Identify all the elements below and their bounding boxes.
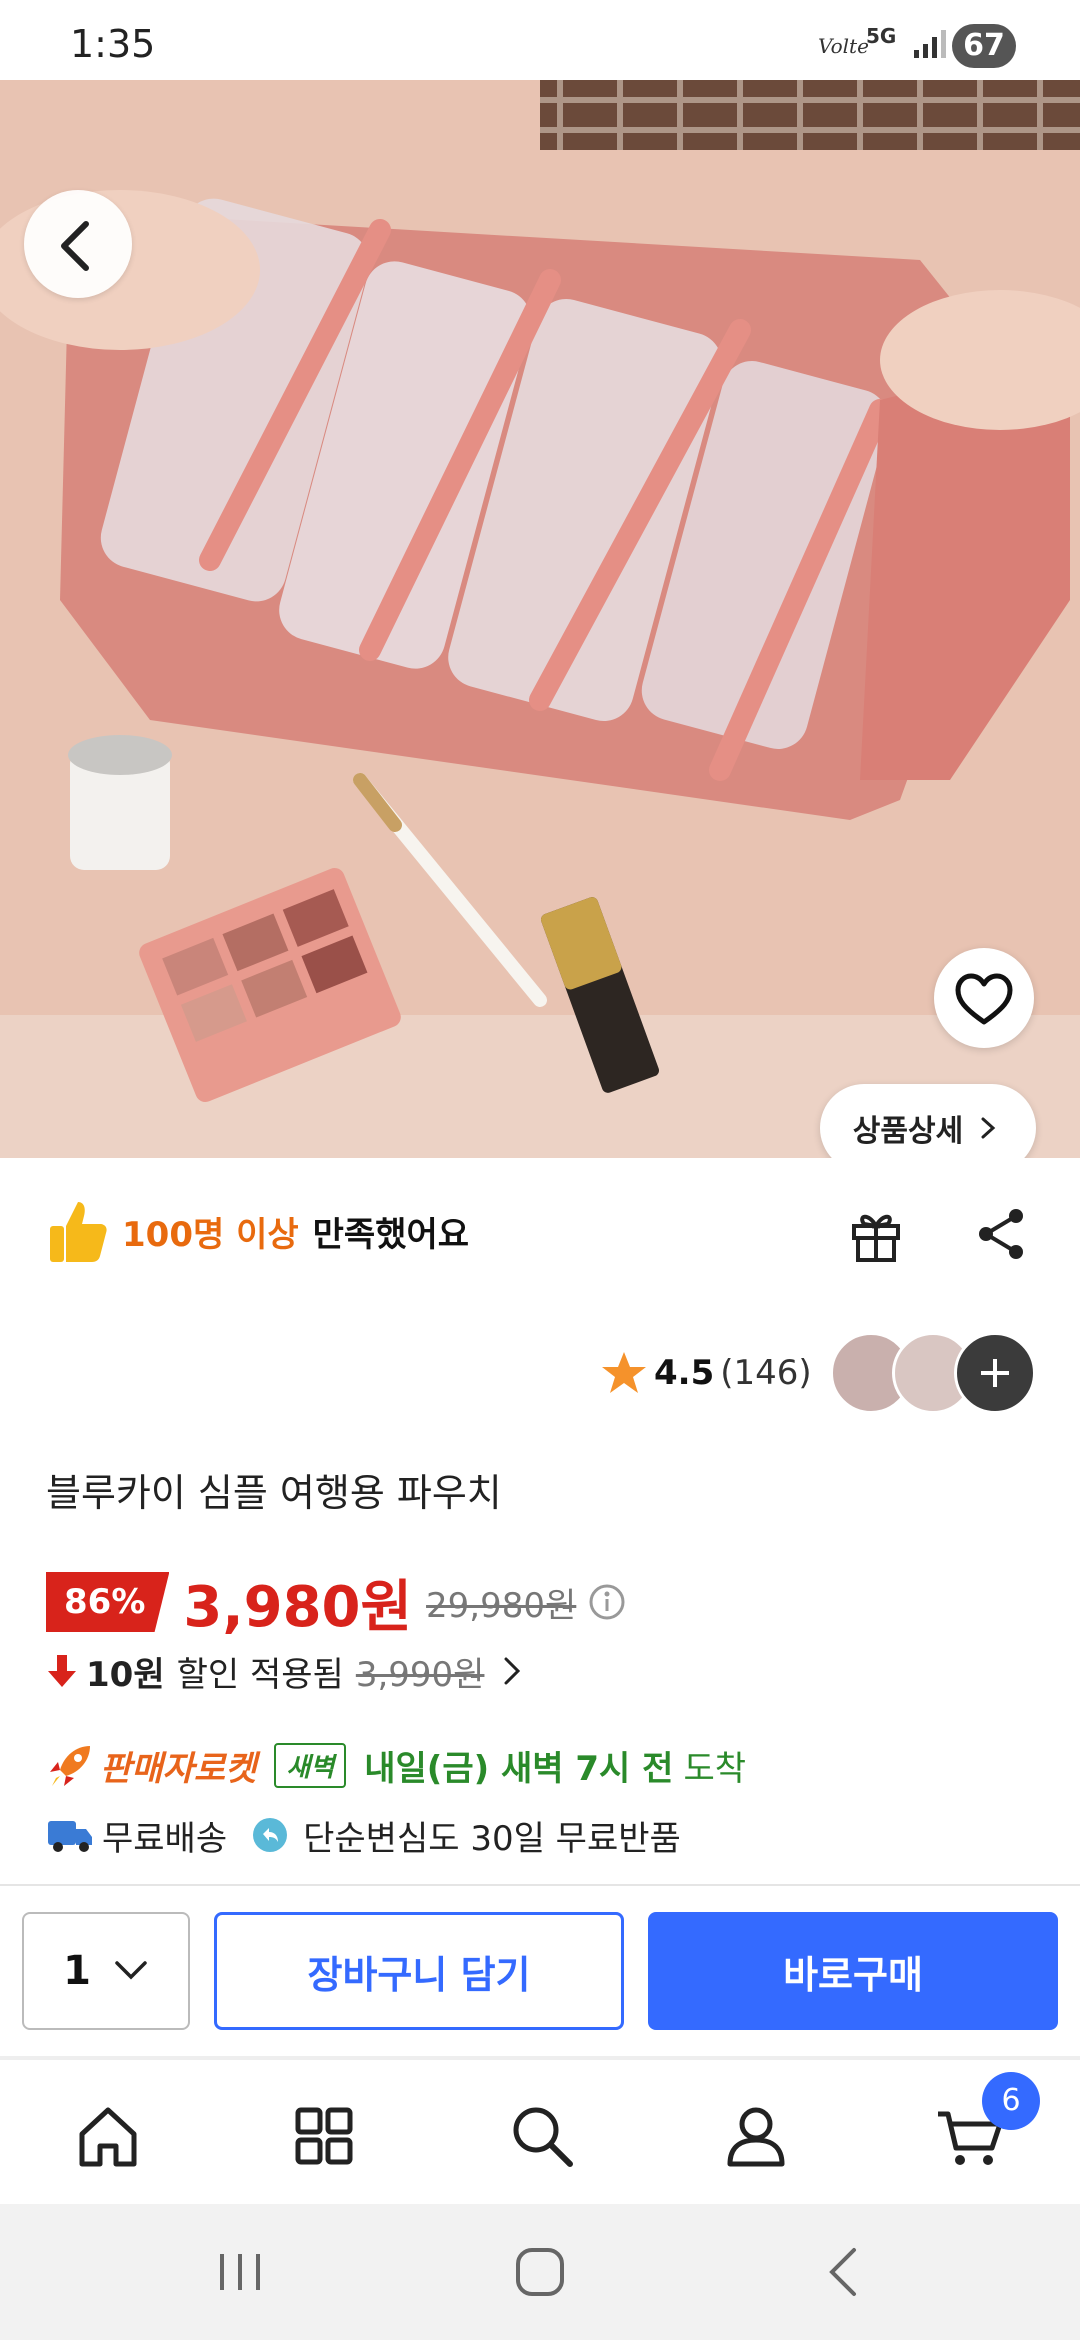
- more-photos-button[interactable]: [954, 1332, 1036, 1414]
- system-navigation-bar: [0, 2204, 1080, 2340]
- product-title: 블루카이 심플 여행용 파우치: [46, 1471, 502, 1515]
- product-image-carousel[interactable]: 상품상세: [0, 80, 1080, 1158]
- wishlist-button[interactable]: [934, 948, 1034, 1048]
- quantity-value: 1: [63, 1948, 91, 1994]
- home-system-icon[interactable]: [510, 2244, 570, 2300]
- chevron-right-icon: [981, 1117, 996, 1139]
- original-price: 29,980원: [426, 1585, 577, 1626]
- truck-icon: [48, 1821, 92, 1852]
- arrival-text: 도착: [683, 1748, 747, 1789]
- review-count: (146): [720, 1353, 812, 1393]
- delivery-info: 판매자로켓 새벽 내일(금) 새벽 7시 전 도착: [46, 1738, 746, 1792]
- return-icon: [253, 1818, 288, 1852]
- recent-apps-icon[interactable]: [210, 2244, 270, 2300]
- review-photos[interactable]: [830, 1332, 1038, 1414]
- bottom-navigation: [0, 2056, 1080, 2204]
- info-icon[interactable]: [588, 1583, 626, 1621]
- rating-score: 4.5: [654, 1353, 715, 1393]
- return-policy-text: 단순변심도 30일 무료반품: [303, 1818, 681, 1859]
- chevron-down-icon: [115, 1961, 147, 1980]
- quantity-select[interactable]: 1: [22, 1912, 190, 2030]
- status-time: 1:35: [70, 22, 156, 66]
- chevron-right-icon: [504, 1657, 521, 1685]
- product-image: [0, 80, 1080, 1158]
- free-shipping-text: 무료배송: [102, 1818, 228, 1859]
- chevron-left-icon: [61, 221, 89, 271]
- star-icon: [602, 1352, 646, 1393]
- satisfaction-count: 100명 이상: [122, 1214, 299, 1255]
- pre-discount-price: 3,990원: [355, 1654, 485, 1695]
- add-to-cart-button[interactable]: 장바구니 담기: [214, 1912, 624, 2030]
- extra-discount-row[interactable]: 10원 할인 적용됨 3,990원: [46, 1646, 530, 1696]
- product-detail-button[interactable]: 상품상세: [820, 1084, 1036, 1158]
- rocket-icon: [50, 1746, 90, 1786]
- rating[interactable]: 4.5 (146): [600, 1348, 812, 1398]
- status-bar: 1:35 Volte 5G 67: [0, 0, 1080, 80]
- share-icon[interactable]: [972, 1204, 1032, 1264]
- home-icon[interactable]: [68, 2096, 148, 2176]
- product-detail-label: 상품상세: [852, 1114, 964, 1149]
- extra-discount-text: 할인 적용됨: [176, 1654, 344, 1695]
- price-row: 86% 3,980원 29,980원: [46, 1570, 626, 1640]
- heart-icon: [955, 973, 1013, 1025]
- buy-now-button[interactable]: 바로구매: [648, 1912, 1058, 2030]
- cart-count-badge: 6: [982, 2072, 1040, 2130]
- satisfaction-text: 만족했어요: [312, 1214, 470, 1255]
- back-system-icon[interactable]: [814, 2244, 874, 2300]
- volte-indicator: Volte: [818, 34, 869, 58]
- extra-discount-amount: 10원: [86, 1654, 165, 1695]
- signal-icon: [914, 30, 946, 58]
- shipping-info: 무료배송 단순변심도 30일 무료반품: [46, 1808, 681, 1862]
- network-type: 5G: [866, 24, 897, 48]
- dawn-badge: 새벽: [274, 1742, 347, 1788]
- battery-indicator: 67: [952, 24, 1016, 68]
- sale-price: 3,980원: [183, 1574, 413, 1640]
- back-button[interactable]: [24, 190, 132, 298]
- thumbs-up-icon: [50, 1202, 107, 1262]
- satisfaction-summary: 100명 이상 만족했어요: [48, 1194, 469, 1268]
- delivery-time: 내일(금) 새벽 7시 전: [364, 1748, 674, 1789]
- search-icon[interactable]: [502, 2096, 582, 2176]
- purchase-action-bar: 1 장바구니 담기 바로구매: [0, 1884, 1080, 2056]
- categories-icon[interactable]: [284, 2096, 364, 2176]
- plus-icon: [981, 1359, 1009, 1387]
- discount-badge: 86%: [46, 1572, 170, 1632]
- rocket-label: 판매자로켓: [100, 1748, 257, 1789]
- gift-icon[interactable]: [846, 1204, 906, 1264]
- my-account-icon[interactable]: [716, 2096, 796, 2176]
- arrow-down-icon: [48, 1655, 76, 1687]
